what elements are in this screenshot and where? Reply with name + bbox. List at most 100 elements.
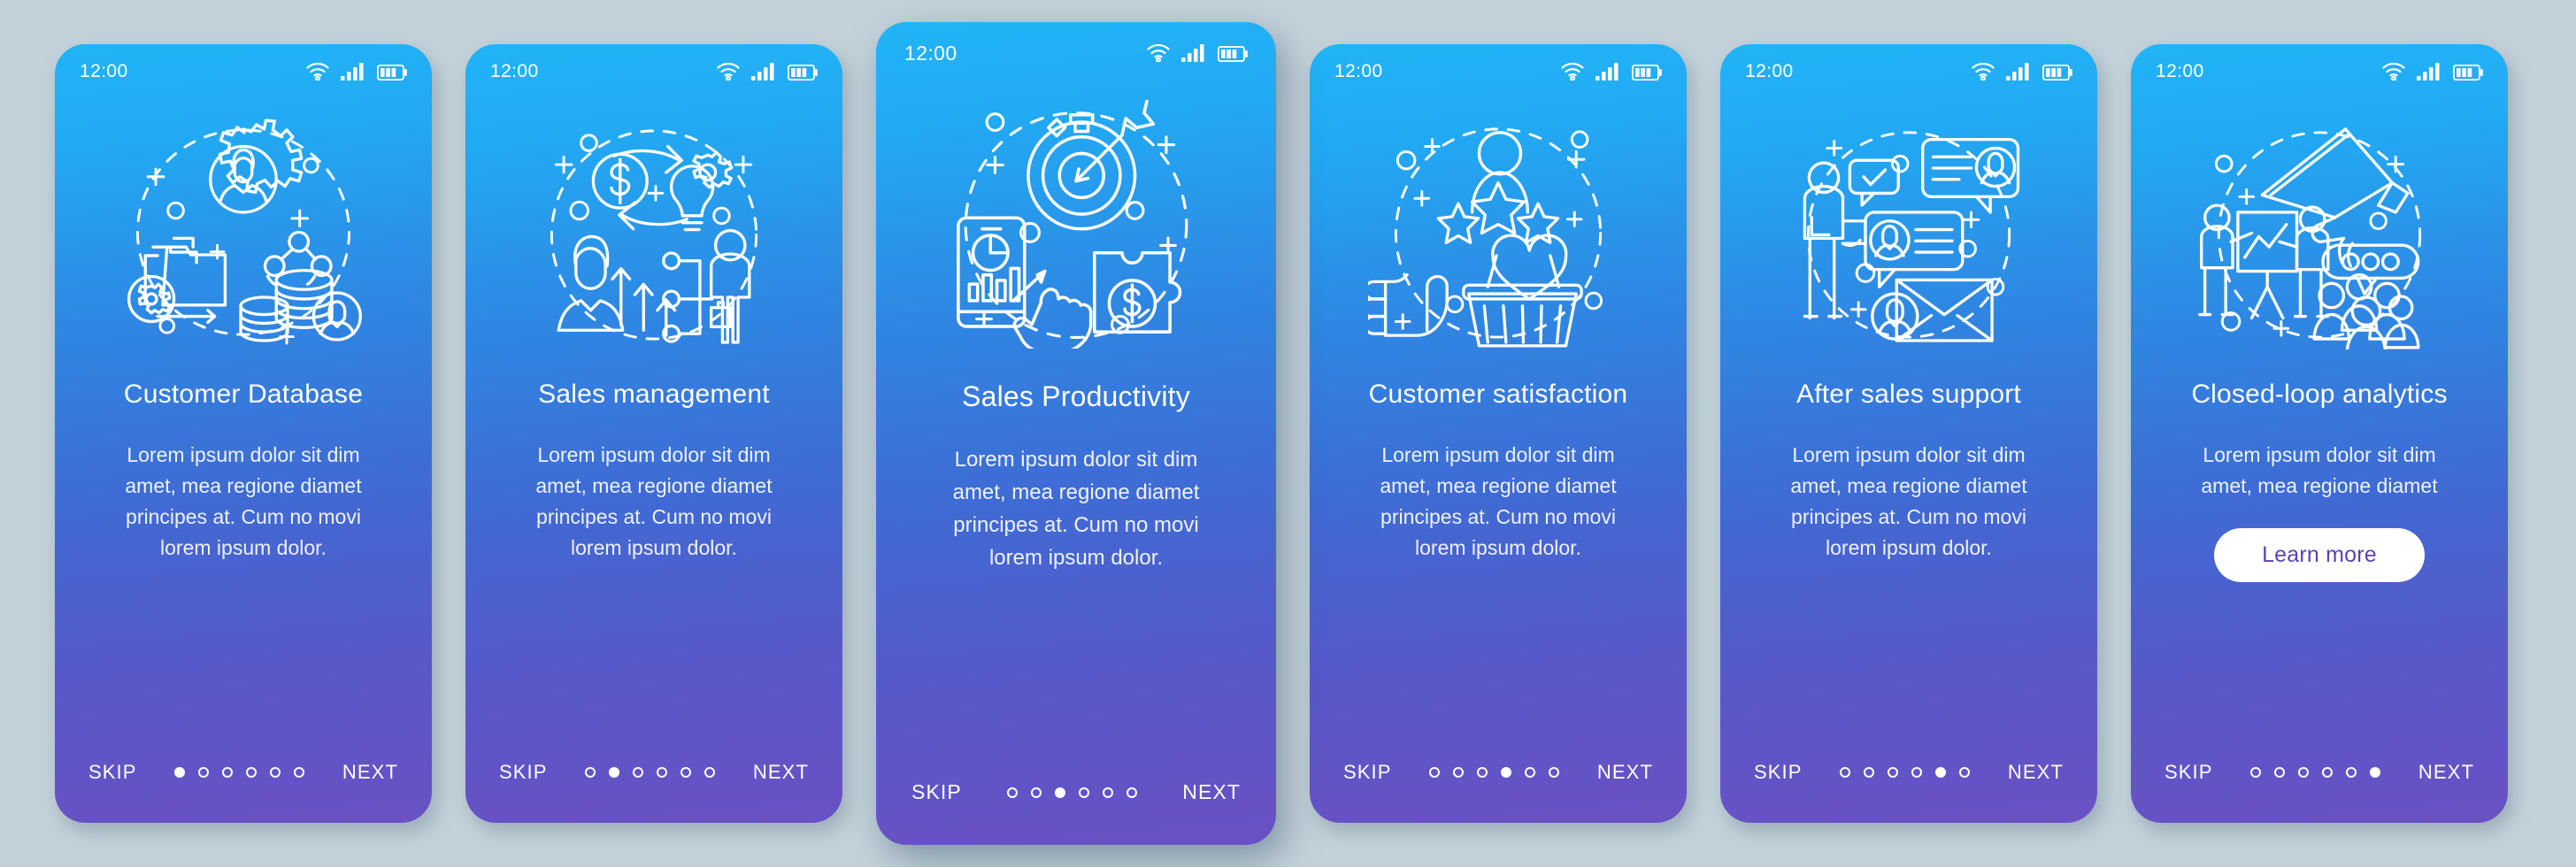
pagination-dots (585, 767, 716, 778)
status-icons (1147, 44, 1248, 62)
status-icons (1561, 63, 1662, 81)
onboarding-card-closed-loop-analytics[interactable]: 12:00 Closed-loop analytics Lorem ipsum … (2131, 44, 2508, 823)
onboarding-card-customer-satisfaction[interactable]: 12:00 Customer satisfaction Lorem ipsum … (1310, 44, 1687, 823)
status-time: 12:00 (2156, 61, 2204, 81)
card-footer-nav: SKIP NEXT (55, 761, 432, 823)
signal-icon (751, 63, 776, 81)
pagination-dots (1840, 767, 1971, 778)
pagination-dot-active[interactable] (2370, 767, 2381, 778)
wifi-icon (306, 63, 329, 81)
sales-productivity-illustration (876, 84, 1276, 349)
pagination-dot-active[interactable] (1935, 767, 1947, 778)
pagination-dot[interactable] (1079, 786, 1090, 798)
pagination-dot-active[interactable] (1501, 767, 1512, 778)
pagination-dot[interactable] (2322, 767, 2334, 778)
learn-more-button[interactable]: Learn more (2214, 528, 2425, 582)
card-title: Customer Database (123, 380, 364, 409)
pagination-dot[interactable] (1031, 786, 1042, 798)
status-icons (2382, 63, 2483, 81)
next-button[interactable]: NEXT (342, 761, 398, 784)
card-footer-nav: SKIP NEXT (1310, 761, 1687, 823)
pagination-dot[interactable] (1477, 767, 1488, 778)
next-button[interactable]: NEXT (2418, 761, 2474, 784)
customer-database-illustration (55, 99, 432, 349)
pagination-dot[interactable] (704, 767, 716, 778)
battery-icon (1632, 65, 1662, 81)
battery-icon (2042, 65, 2072, 81)
pagination-dot[interactable] (1103, 786, 1114, 798)
status-time: 12:00 (904, 41, 957, 65)
pagination-dots (1007, 786, 1138, 798)
card-body-text: Lorem ipsum dolor sit dim amet, mea regi… (535, 443, 773, 559)
card-body-text: Lorem ipsum dolor sit dim amet, mea regi… (1380, 443, 1617, 559)
skip-button[interactable]: SKIP (2165, 761, 2213, 784)
pagination-dot[interactable] (1840, 767, 1851, 778)
pagination-dot[interactable] (2298, 767, 2310, 778)
pagination-dot-active[interactable] (174, 767, 186, 778)
closed-loop-analytics-illustration (2131, 99, 2508, 349)
status-time: 12:00 (490, 61, 539, 81)
pagination-dots (2250, 767, 2381, 778)
signal-icon (1181, 44, 1206, 62)
pagination-dot-active[interactable] (1055, 786, 1066, 798)
battery-icon (377, 65, 407, 81)
pagination-dot[interactable] (2346, 767, 2357, 778)
battery-icon (1218, 46, 1248, 62)
next-button[interactable]: NEXT (1597, 761, 1653, 784)
pagination-dot[interactable] (1864, 767, 1875, 778)
pagination-dot[interactable] (1549, 767, 1560, 778)
pagination-dot-active[interactable] (609, 767, 620, 778)
onboarding-card-customer-database[interactable]: 12:00 Customer Database Lorem ipsum dolo… (55, 44, 432, 823)
pagination-dot[interactable] (246, 767, 258, 778)
wifi-icon (1972, 63, 1995, 81)
card-body-text: Lorem ipsum dolor sit dim amet, mea regi… (125, 443, 362, 559)
pagination-dots (1429, 767, 1560, 778)
pagination-dot[interactable] (2274, 767, 2286, 778)
pagination-dot[interactable] (585, 767, 596, 778)
pagination-dot[interactable] (681, 767, 692, 778)
skip-button[interactable]: SKIP (1343, 761, 1392, 784)
status-time: 12:00 (80, 61, 128, 81)
wifi-icon (717, 63, 740, 81)
card-title: Sales management (538, 380, 770, 409)
skip-button[interactable]: SKIP (499, 761, 548, 784)
onboarding-card-after-sales-support[interactable]: 12:00 After sales support Lorem ipsum do… (1720, 44, 2097, 823)
pagination-dot[interactable] (1007, 786, 1019, 798)
wifi-icon (1561, 63, 1584, 81)
pagination-dot[interactable] (198, 767, 210, 778)
status-time: 12:00 (1334, 61, 1383, 81)
wifi-icon (2382, 63, 2405, 81)
pagination-dot[interactable] (1127, 786, 1138, 798)
skip-button[interactable]: SKIP (911, 780, 962, 804)
pagination-dot[interactable] (1525, 767, 1536, 778)
status-icons (1972, 63, 2072, 81)
skip-button[interactable]: SKIP (88, 761, 137, 784)
pagination-dot[interactable] (1453, 767, 1465, 778)
card-body-text: Lorem ipsum dolor sit dim amet, mea regi… (952, 448, 1200, 570)
card-title: Sales Productivity (962, 380, 1190, 412)
customer-satisfaction-illustration (1310, 99, 1687, 349)
pagination-dot[interactable] (2250, 767, 2262, 778)
onboarding-card-sales-productivity[interactable]: 12:00 Sales Productivity Lorem ipsum dol… (876, 22, 1276, 845)
pagination-dot[interactable] (1429, 767, 1441, 778)
pagination-dot[interactable] (222, 767, 234, 778)
pagination-dot[interactable] (294, 767, 305, 778)
card-title: Closed-loop analytics (2191, 380, 2448, 409)
next-button[interactable]: NEXT (753, 761, 809, 784)
pagination-dot[interactable] (633, 767, 644, 778)
skip-button[interactable]: SKIP (1754, 761, 1803, 784)
pagination-dot[interactable] (1911, 767, 1923, 778)
card-footer-nav: SKIP NEXT (2131, 761, 2508, 823)
onboarding-card-sales-management[interactable]: 12:00 Sales management Lorem ipsum dolor… (465, 44, 842, 823)
sales-management-illustration (465, 99, 842, 349)
pagination-dot[interactable] (657, 767, 668, 778)
next-button[interactable]: NEXT (2008, 761, 2064, 784)
status-bar: 12:00 (465, 44, 842, 99)
next-button[interactable]: NEXT (1182, 780, 1241, 804)
card-title: Customer satisfaction (1368, 380, 1628, 409)
status-bar: 12:00 (1720, 44, 2097, 99)
pagination-dot[interactable] (1959, 767, 1971, 778)
pagination-dot[interactable] (1888, 767, 1899, 778)
pagination-dot[interactable] (270, 767, 281, 778)
card-body-text: Lorem ipsum dolor sit dim amet, mea regi… (2201, 443, 2438, 497)
